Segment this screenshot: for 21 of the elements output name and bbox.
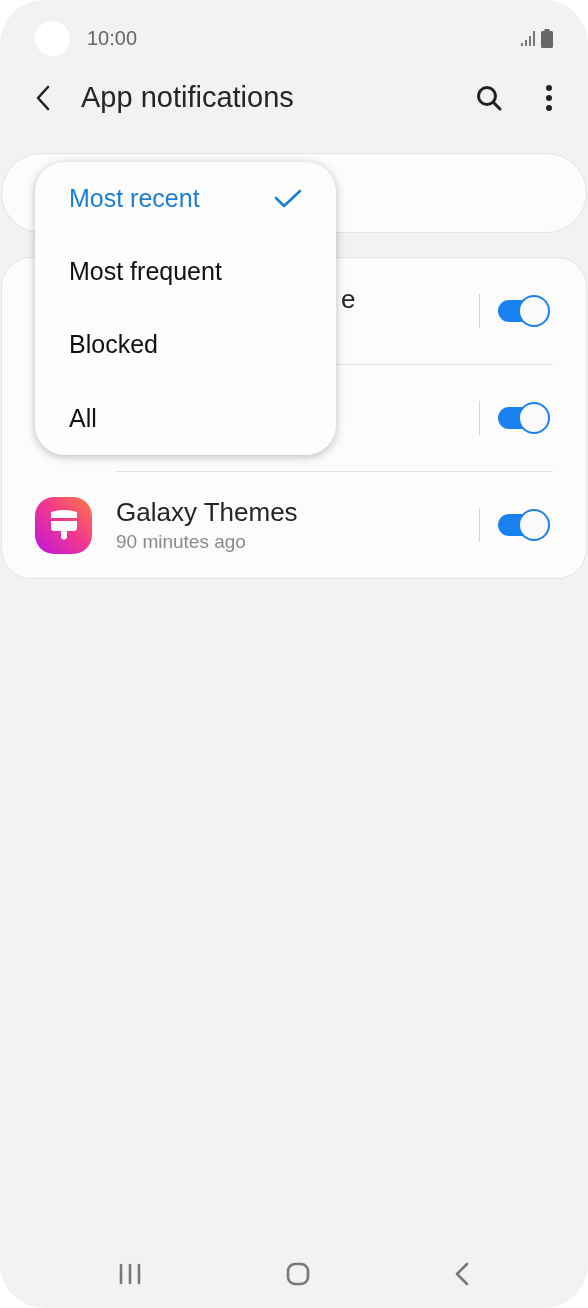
status-time: 10:00 <box>87 26 138 51</box>
app-name: Galaxy Themes <box>116 496 298 529</box>
page-title: App notifications <box>81 80 294 116</box>
back-icon[interactable] <box>454 1261 470 1286</box>
signal-icon <box>521 30 537 46</box>
checkmark-icon <box>274 188 302 209</box>
toggle-switch[interactable] <box>498 295 550 327</box>
search-button[interactable] <box>475 84 503 112</box>
home-icon[interactable] <box>286 1261 310 1286</box>
battery-icon <box>541 28 553 48</box>
app-icon <box>35 496 92 554</box>
notification-time: 90 minutes ago <box>116 530 247 554</box>
menu-option[interactable]: Most recent <box>35 162 336 236</box>
menu-option[interactable]: Most frequent <box>35 235 336 309</box>
toggle-switch[interactable] <box>498 402 550 434</box>
recent-apps-icon[interactable] <box>118 1262 142 1285</box>
more-options-button[interactable] <box>545 85 553 111</box>
app-name: e <box>341 282 356 316</box>
menu-option[interactable]: All <box>35 381 336 455</box>
toggle-switch[interactable] <box>498 509 550 541</box>
menu-option[interactable]: Blocked <box>35 308 336 382</box>
